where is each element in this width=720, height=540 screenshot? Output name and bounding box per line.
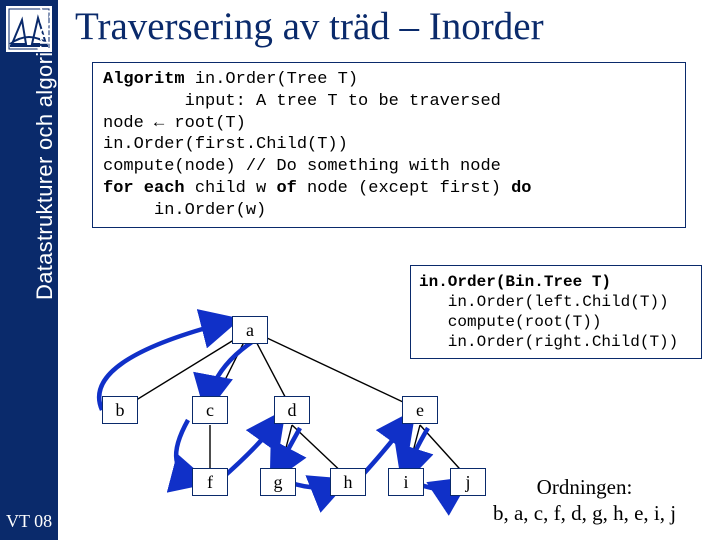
kw-do: do (511, 179, 531, 198)
sidebar: Datastrukturer och algoritmer VT 08 (0, 0, 58, 540)
tree-node-c: c (192, 396, 228, 424)
ordering-label: Ordningen: (537, 475, 633, 499)
algo-line1b: in.Order(Tree T) (185, 70, 358, 89)
tree-node-b: b (102, 396, 138, 424)
tree-node-f: f (192, 468, 228, 496)
course-label: Datastrukturer och algoritmer (32, 6, 58, 300)
tree-node-i: i (388, 468, 424, 496)
algo-line6b: child w (185, 179, 277, 198)
algo-line7: in.Order(w) (103, 201, 266, 220)
ordering-text: Ordningen: b, a, c, f, d, g, h, e, i, j (467, 474, 702, 527)
tree-node-g: g (260, 468, 296, 496)
algorithm-box: Algoritm in.Order(Tree T) input: A tree … (92, 62, 686, 228)
page-title: Traversering av träd – Inorder (75, 4, 544, 49)
term-label: VT 08 (6, 511, 52, 532)
algo-line4: in.Order(first.Child(T)) (103, 135, 348, 154)
tree-node-j: j (450, 468, 486, 496)
algo-line6d: node (except first) (297, 179, 511, 198)
kw-foreach: for each (103, 179, 185, 198)
kw-of: of (276, 179, 296, 198)
algo-line3: node ← root(T) (103, 114, 246, 133)
tree-node-h: h (330, 468, 366, 496)
tree-node-e: e (402, 396, 438, 424)
tree-node-d: d (274, 396, 310, 424)
algo-line2: input: A tree T to be traversed (103, 92, 501, 111)
kw-algoritm: Algoritm (103, 70, 185, 89)
ordering-sequence: b, a, c, f, d, g, h, e, i, j (493, 501, 676, 525)
algo-line5: compute(node) // Do something with node (103, 157, 501, 176)
tree-node-a: a (232, 316, 268, 344)
